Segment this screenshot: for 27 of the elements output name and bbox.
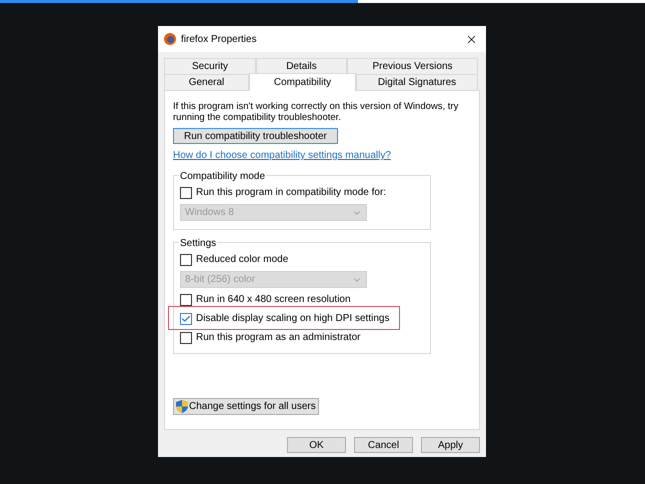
change-settings-button[interactable]: Change settings for all users	[173, 398, 319, 415]
checkbox[interactable]	[180, 332, 192, 344]
checkbox[interactable]	[180, 294, 192, 306]
checkbox-label: Disable display scaling on high DPI settings	[196, 312, 390, 326]
checkbox[interactable]	[180, 254, 192, 266]
checkbox-label: Reduced color mode	[196, 253, 288, 267]
dialog-button[interactable]: Cancel	[354, 437, 413, 453]
group-title: Compatibility mode	[179, 169, 266, 184]
dialog-button[interactable]: OK	[287, 437, 346, 453]
troubleshooter-button[interactable]: Run compatibility troubleshooter	[173, 128, 338, 144]
intro-text: If this program isn't working correctly on this version of Windows, try running the compatibility troubleshooter.	[173, 101, 460, 123]
tab[interactable]: Digital Signatures	[356, 74, 478, 90]
group-title: Settings	[179, 236, 218, 251]
tab[interactable]: Details	[256, 58, 347, 74]
window-title: firefox Properties	[181, 32, 257, 46]
tab[interactable]: General	[164, 74, 249, 90]
checkbox-label: Run in 640 x 480 screen resolution	[196, 293, 351, 307]
shield-icon	[176, 400, 188, 413]
tab[interactable]: Security	[164, 58, 256, 74]
tab[interactable]: Compatibility	[249, 73, 356, 91]
dialog-button[interactable]: Apply	[421, 437, 480, 453]
checkbox-label: Run this program as an administrator	[196, 331, 361, 345]
help-link[interactable]: How do I choose compatibility settings manually?	[173, 148, 391, 163]
checkbox[interactable]	[180, 312, 192, 324]
tab[interactable]: Previous Versions	[347, 58, 478, 74]
checkbox[interactable]	[180, 186, 192, 198]
checkbox-label: Run this program in compatibility mode for:	[196, 186, 386, 200]
